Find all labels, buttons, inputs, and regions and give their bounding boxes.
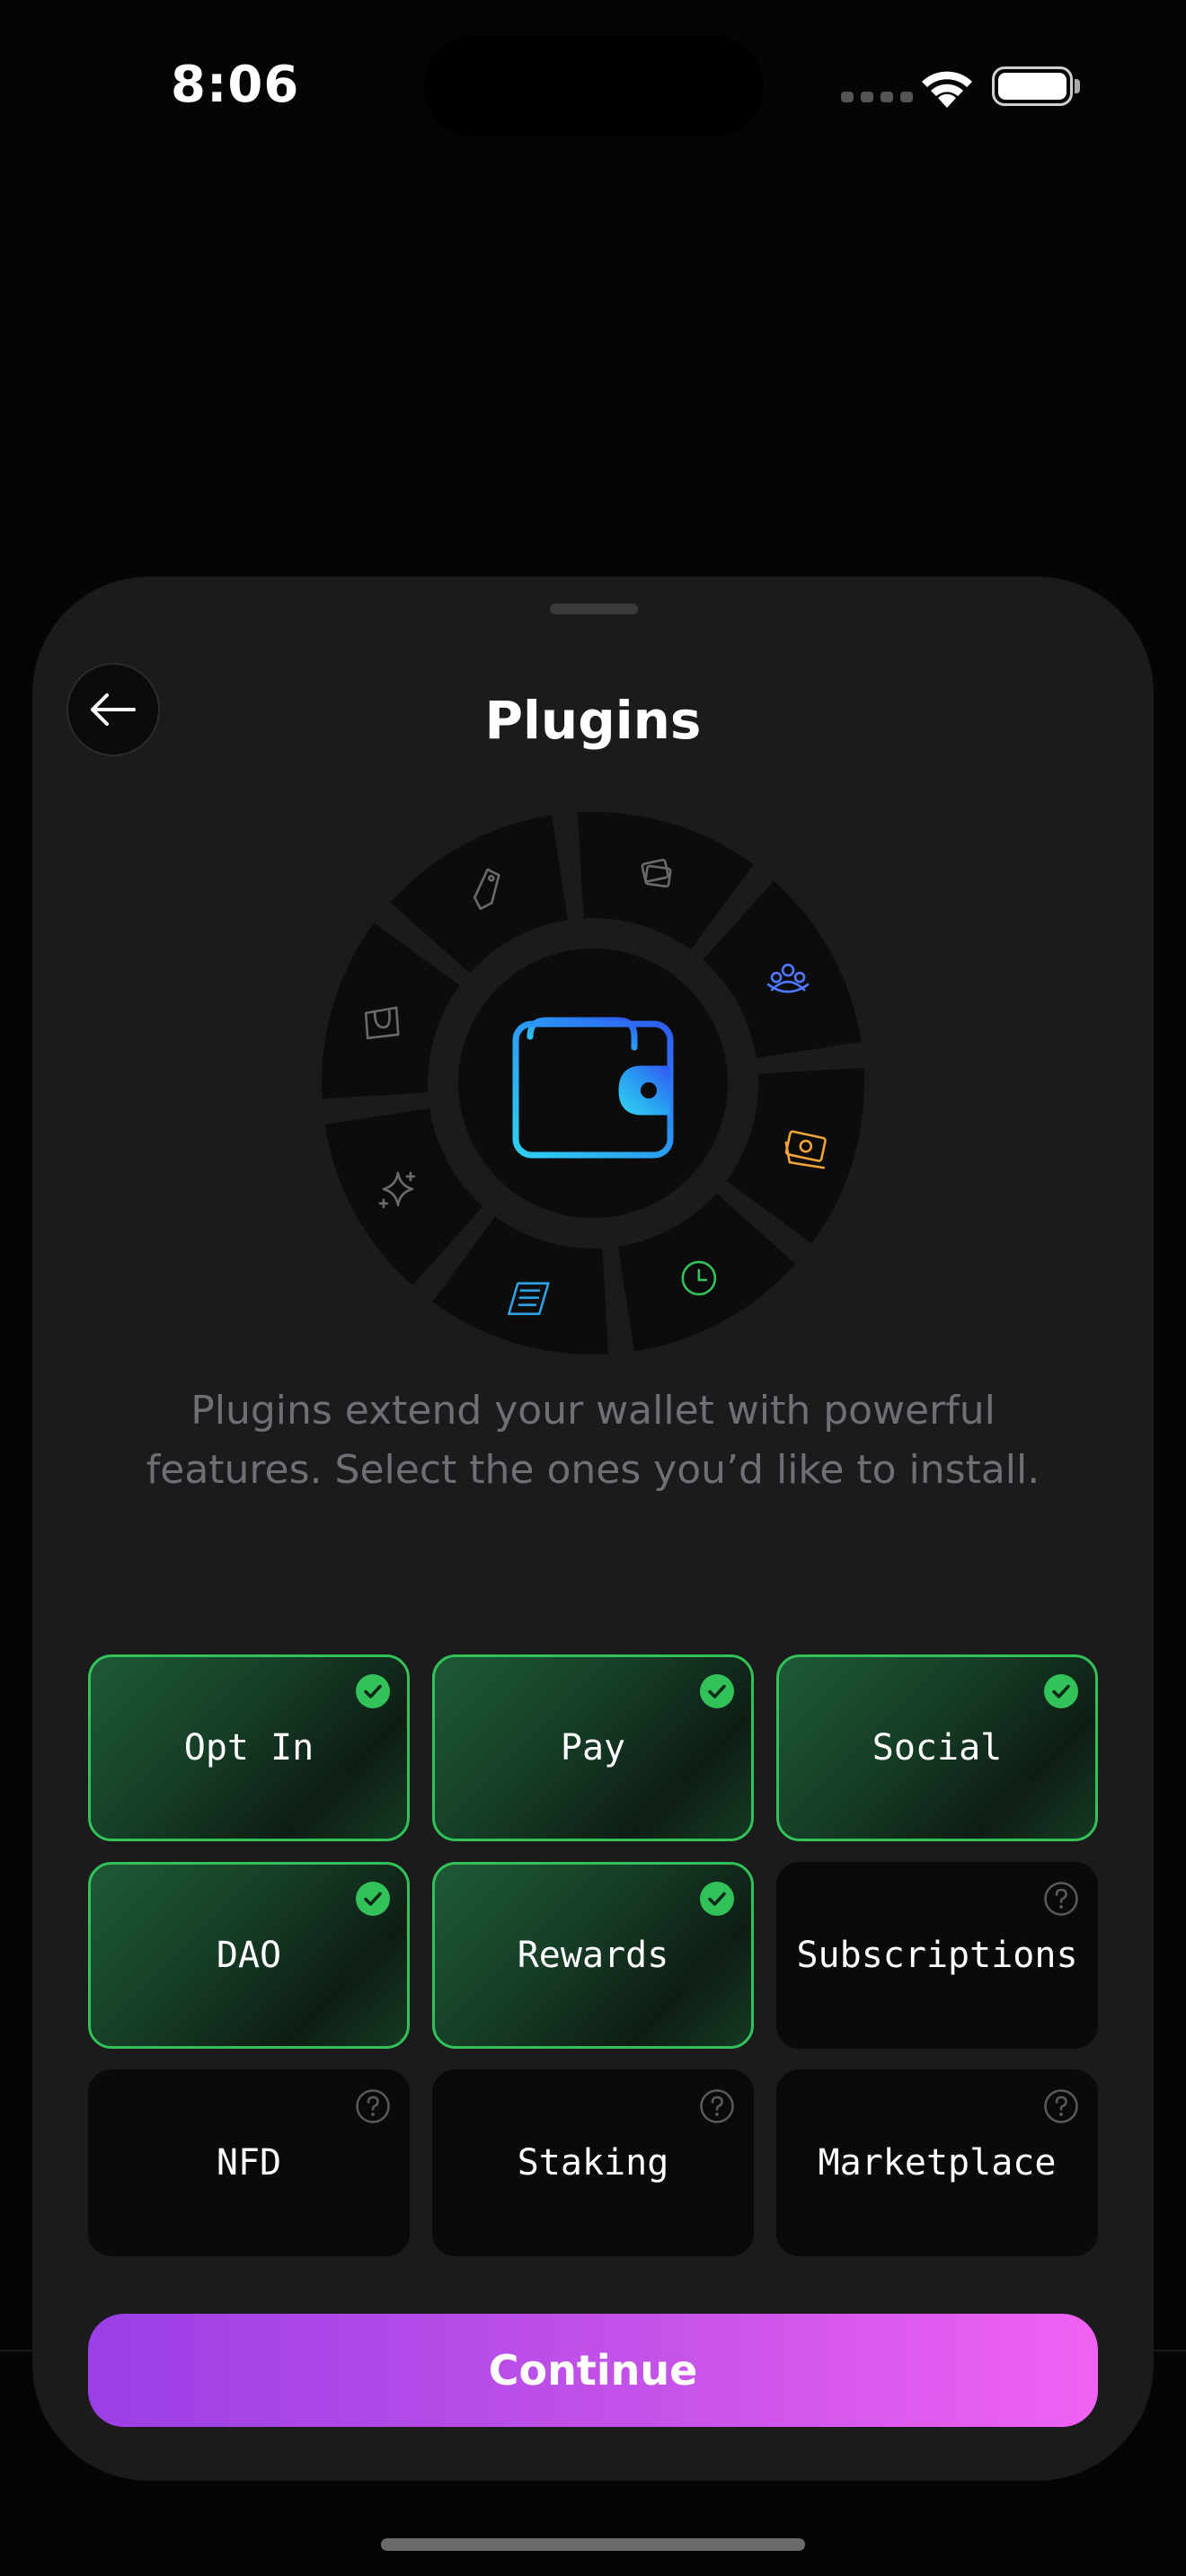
checkmark-icon	[356, 1674, 390, 1708]
plugins-description: Plugins extend your wallet with powerful…	[146, 1388, 1040, 1493]
plugin-label: Rewards	[517, 1935, 669, 1976]
wheel-segment	[617, 1193, 796, 1352]
help-icon[interactable]	[699, 2088, 735, 2124]
plugin-tile-rewards[interactable]: Rewards	[432, 1862, 754, 2049]
cellular-signal-icon	[841, 92, 913, 102]
wheel-segment	[432, 1216, 609, 1354]
continue-button[interactable]: Continue	[88, 2314, 1098, 2427]
wheel-segment	[577, 812, 754, 950]
plugin-label: Subscriptions	[796, 1935, 1078, 1976]
checkmark-icon	[700, 1674, 734, 1708]
help-icon[interactable]	[355, 2088, 391, 2124]
wheel-segment	[322, 922, 460, 1099]
plugin-label: NFD	[216, 2142, 282, 2183]
page-title: Plugins	[484, 690, 702, 751]
checkmark-icon	[356, 1882, 390, 1916]
plugin-label: Marketplace	[818, 2142, 1057, 2183]
plugin-tile-marketplace[interactable]: Marketplace	[776, 2069, 1098, 2256]
checkmark-icon	[1044, 1674, 1078, 1708]
plugin-label: Staking	[517, 2142, 669, 2183]
status-time: 8:06	[171, 56, 300, 114]
plugin-tile-pay[interactable]: Pay	[432, 1654, 754, 1841]
plugin-tile-dao[interactable]: DAO	[88, 1862, 410, 2049]
battery-icon	[992, 66, 1073, 106]
plugin-tile-social[interactable]: Social	[776, 1654, 1098, 1841]
plugins-sheet: Plugins Plugins extend your wallet with …	[32, 577, 1154, 2481]
plugin-tile-opt-in[interactable]: Opt In	[88, 1654, 410, 1841]
help-icon[interactable]	[1043, 2088, 1079, 2124]
plugin-tile-subscriptions[interactable]: Subscriptions	[776, 1862, 1098, 2049]
sheet-grabber[interactable]	[550, 604, 638, 614]
battery-tip	[1075, 79, 1080, 93]
wheel-segment	[324, 1107, 483, 1286]
plugin-tile-staking[interactable]: Staking	[432, 2069, 754, 2256]
wifi-icon	[922, 71, 972, 108]
plugin-grid: Opt In Pay Social DAO Rewards Subscriptions NF…	[88, 1654, 1098, 2256]
plugin-label: Opt In	[183, 1727, 314, 1769]
wheel-segment	[390, 815, 569, 974]
plugin-label: Pay	[560, 1727, 626, 1769]
checkmark-icon	[700, 1882, 734, 1916]
help-icon[interactable]	[1043, 1881, 1079, 1917]
dynamic-island	[424, 36, 764, 137]
plugin-label: Social	[872, 1727, 1003, 1769]
wheel-center	[458, 948, 728, 1218]
screen: 8:06 Plugins Plugins extend your wallet …	[0, 0, 1186, 2576]
plugin-tile-nfd[interactable]: NFD	[88, 2069, 410, 2256]
plugin-wheel	[322, 812, 864, 1354]
home-indicator	[381, 2538, 805, 2551]
plugin-label: DAO	[216, 1935, 282, 1976]
